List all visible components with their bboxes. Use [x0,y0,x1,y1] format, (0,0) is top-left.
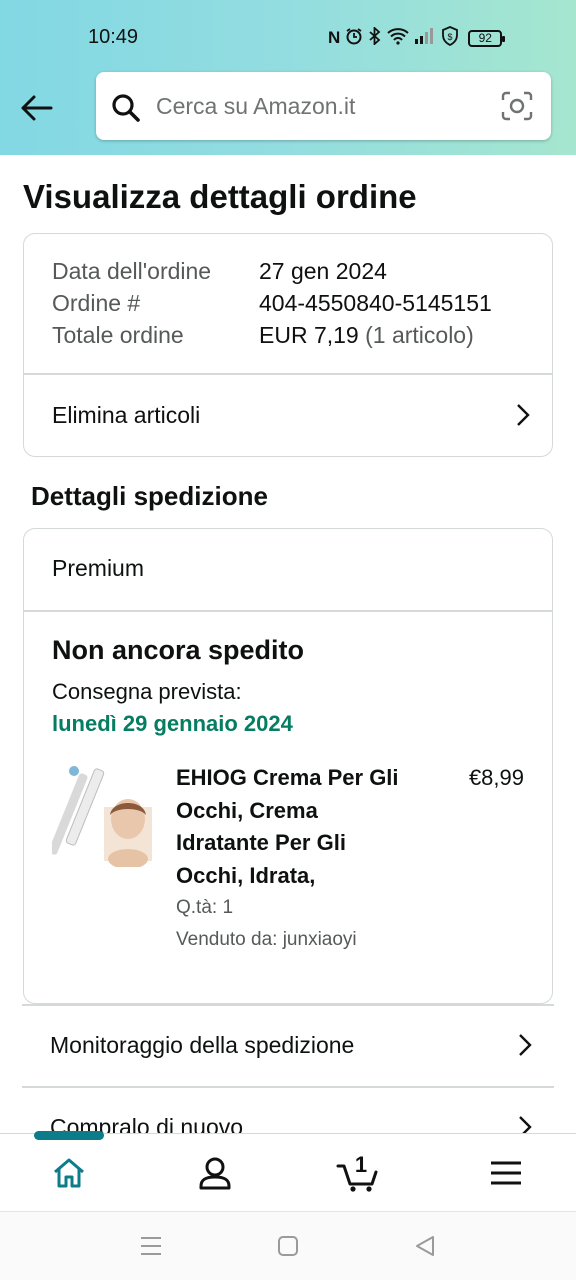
square-home-icon [278,1236,298,1256]
bluetooth-icon [368,25,382,50]
back-button[interactable] [16,88,56,128]
shipment-status: Non ancora spedito [52,635,305,665]
system-back-button[interactable] [407,1228,443,1264]
product-thumbnail[interactable] [52,763,156,867]
home-icon [54,1158,84,1188]
system-home-button[interactable] [270,1228,306,1264]
order-date-label: Data dell'ordine [52,258,212,284]
shipping-plan: Premium [52,555,145,581]
app-header: 10:49 N $ 92 [0,0,576,155]
cart-count-badge: 1 [354,1152,368,1177]
order-number-value: 404-4550840-5145151 [259,290,492,316]
signal-icon [414,27,436,50]
menu-icon [491,1161,521,1185]
track-shipment-link[interactable]: Monitoraggio della spedizione [22,1005,554,1085]
svg-text:$: $ [448,32,453,42]
order-total-label: Totale ordine [52,322,184,348]
nav-cart[interactable]: 1 [324,1140,394,1206]
page-title: Visualizza dettagli ordine [23,178,417,215]
wifi-icon [387,27,409,50]
chevron-right-icon [519,1034,532,1056]
recents-icon [141,1237,161,1255]
product-name-link[interactable]: EHIOG Crema Per Gli Occhi, Crema Idratan… [176,762,406,892]
order-number-label: Ordine # [52,290,141,316]
search-icon [112,94,140,122]
search-input[interactable] [156,90,476,122]
divider [24,610,552,612]
order-total-items: (1 articolo) [365,322,474,348]
product-seller: Venduto da: junxiaoyi [176,929,357,950]
back-arrow-icon [21,95,53,121]
triangle-back-icon [416,1236,434,1256]
account-icon [199,1157,231,1190]
battery-icon: 92 [468,29,506,47]
status-time: 10:49 [88,26,139,48]
camera-search-icon[interactable] [501,91,533,121]
order-date-value: 27 gen 2024 [259,258,387,284]
shipping-section-title: Dettagli spedizione [31,481,268,511]
chevron-right-icon [517,404,530,426]
nav-menu[interactable] [471,1140,541,1206]
vpn-icon: $ [441,25,459,51]
nav-home[interactable] [34,1140,104,1206]
delete-items-label: Elimina articoli [52,401,201,428]
delete-items-link[interactable]: Elimina articoli [24,374,552,456]
track-shipment-label: Monitoraggio della spedizione [50,1031,355,1058]
order-total: EUR 7,19 (1 articolo) [259,322,474,349]
status-icons: N $ 92 [328,25,506,51]
expected-delivery-label: Consegna prevista: [52,679,242,704]
nav-account[interactable] [180,1140,250,1206]
active-tab-indicator [34,1131,104,1140]
order-summary-card: Data dell'ordine 27 gen 2024 Ordine # 40… [23,233,553,457]
alarm-icon [345,27,363,50]
system-recents-button[interactable] [133,1228,169,1264]
product-price: €8,99 [468,765,524,790]
order-total-value: EUR 7,19 [259,322,359,348]
expected-delivery-date: lunedì 29 gennaio 2024 [52,711,293,736]
shipment-card: Premium Non ancora spedito Consegna prev… [23,528,553,1004]
product-quantity: Q.tà: 1 [176,897,234,918]
search-bar[interactable] [96,72,551,140]
nfc-icon: N [328,28,341,47]
